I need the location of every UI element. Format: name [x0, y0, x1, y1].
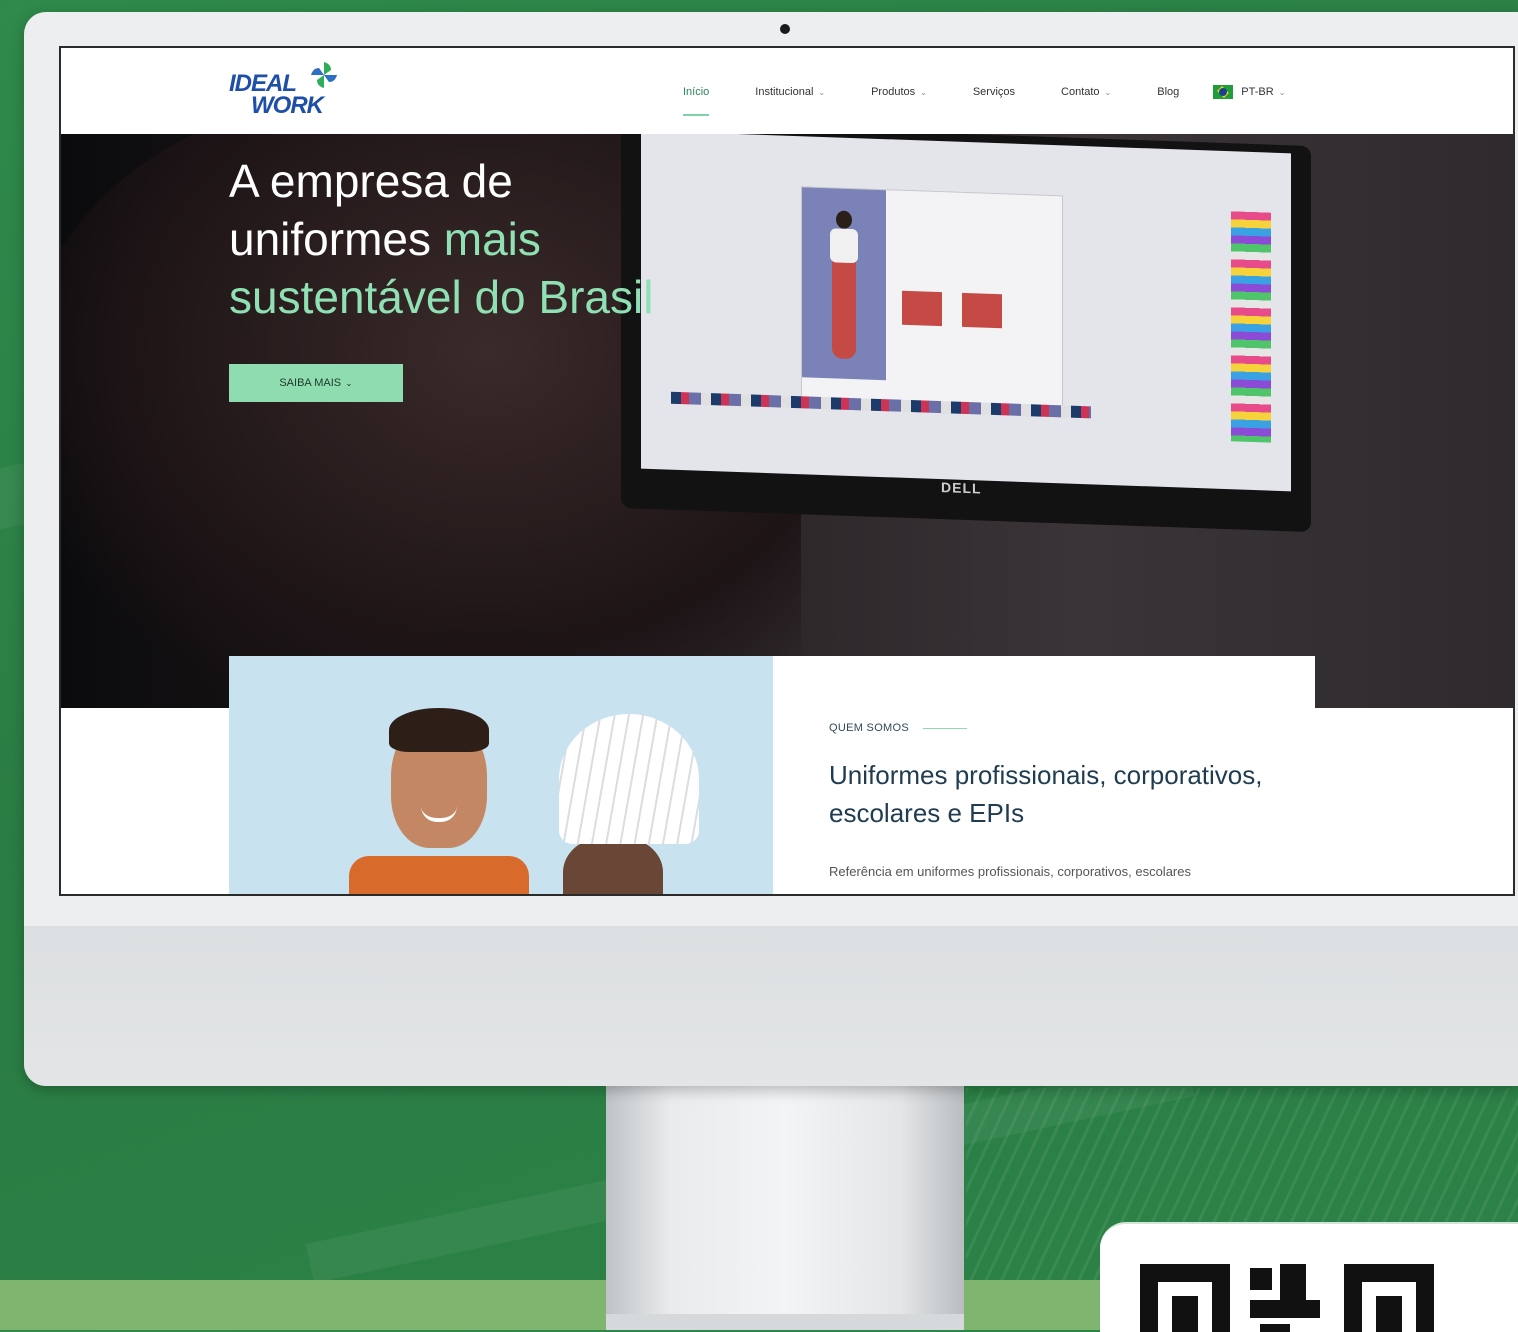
figure-head [836, 210, 852, 230]
saiba-mais-label: SAIBA MAIS [279, 377, 342, 389]
chevron-down-icon: ⌄ [1278, 87, 1286, 97]
chevron-down-icon: ⌄ [818, 87, 826, 97]
nav-item-produtos[interactable]: Produtos ⌄ [871, 80, 927, 104]
nav-item-servicos[interactable]: Serviços [973, 80, 1015, 104]
about-eyebrow: QUEM SOMOS [829, 722, 968, 734]
chevron-down-icon: ⌄ [920, 87, 927, 97]
qr-code-icon [1140, 1264, 1434, 1332]
brazil-flag-icon [1213, 85, 1234, 99]
main-nav: Início Institucional ⌄ Produtos ⌄ Serviç… [683, 72, 1285, 116]
nav-label: Institucional [755, 86, 814, 98]
color-palette [1231, 211, 1271, 443]
nav-label: Produtos [871, 86, 916, 98]
chevron-down-icon: ⌄ [1104, 87, 1112, 97]
figure-shirt [830, 228, 858, 264]
ideal-work-logo[interactable]: IDEAL WORK [229, 58, 349, 122]
garment-sketch [902, 290, 942, 327]
saiba-mais-button[interactable]: SAIBA MAIS ⌄ [229, 364, 403, 402]
hero-section: DELL A empresa de uniformes mais sustent… [61, 134, 1513, 708]
hero-title-line2-a: uniformes [229, 213, 444, 265]
garment-sketch [962, 292, 1002, 329]
eyebrow-divider [923, 727, 968, 729]
about-text: Referência em uniformes profissionais, c… [829, 864, 1191, 879]
nav-label: Serviços [972, 86, 1016, 98]
language-selector[interactable]: PT-BR ⌄ [1213, 80, 1285, 104]
nav-item-blog[interactable]: Blog [1157, 80, 1179, 104]
imac-chin [24, 926, 1518, 1086]
man-vest [349, 856, 529, 894]
hero-title-line3: sustentável do Brasil [229, 271, 654, 323]
site-header: IDEAL WORK Início Institucional ⌄ Produt… [61, 48, 1513, 134]
language-label: PT-BR [1241, 86, 1274, 98]
imac-stand-foot [606, 1314, 964, 1330]
hero-title: A empresa de uniformes mais sustentável … [229, 152, 709, 326]
chevron-down-icon: ⌄ [345, 378, 353, 388]
chef-hat [559, 714, 699, 844]
camera-icon [780, 24, 790, 34]
nav-label: Contato [1061, 86, 1100, 98]
hero-title-line2: uniformes mais [229, 210, 709, 268]
pinwheel-icon [311, 62, 337, 88]
monitor-brand-label: DELL [941, 479, 982, 497]
design-software-screen [641, 134, 1291, 492]
eyebrow-label: QUEM SOMOS [829, 722, 910, 734]
model-figure-panel [802, 187, 886, 381]
hero-title-accent: mais [443, 213, 541, 265]
imac-stand [606, 1086, 964, 1330]
nav-item-contato[interactable]: Contato ⌄ [1061, 80, 1111, 104]
about-card: QUEM SOMOS Uniformes profissionais, corp… [773, 656, 1315, 894]
hero-monitor-image: DELL [621, 134, 1311, 533]
nav-item-inicio[interactable]: Início [683, 80, 710, 116]
workers-photo [229, 656, 773, 894]
chef-face [563, 836, 663, 894]
nav-label: Início [683, 86, 710, 98]
about-title: Uniformes profissionais, corporativos, e… [829, 760, 1263, 828]
hero-title-line1: A empresa de [229, 155, 513, 207]
design-canvas [801, 186, 1063, 418]
nav-label: Blog [1157, 86, 1180, 98]
nav-item-institucional[interactable]: Institucional ⌄ [755, 80, 825, 104]
website-screen: IDEAL WORK Início Institucional ⌄ Produt… [59, 46, 1515, 896]
man-hair [389, 708, 489, 752]
qr-code-card [1100, 1222, 1518, 1332]
logo-text-work: WORK [251, 92, 324, 119]
